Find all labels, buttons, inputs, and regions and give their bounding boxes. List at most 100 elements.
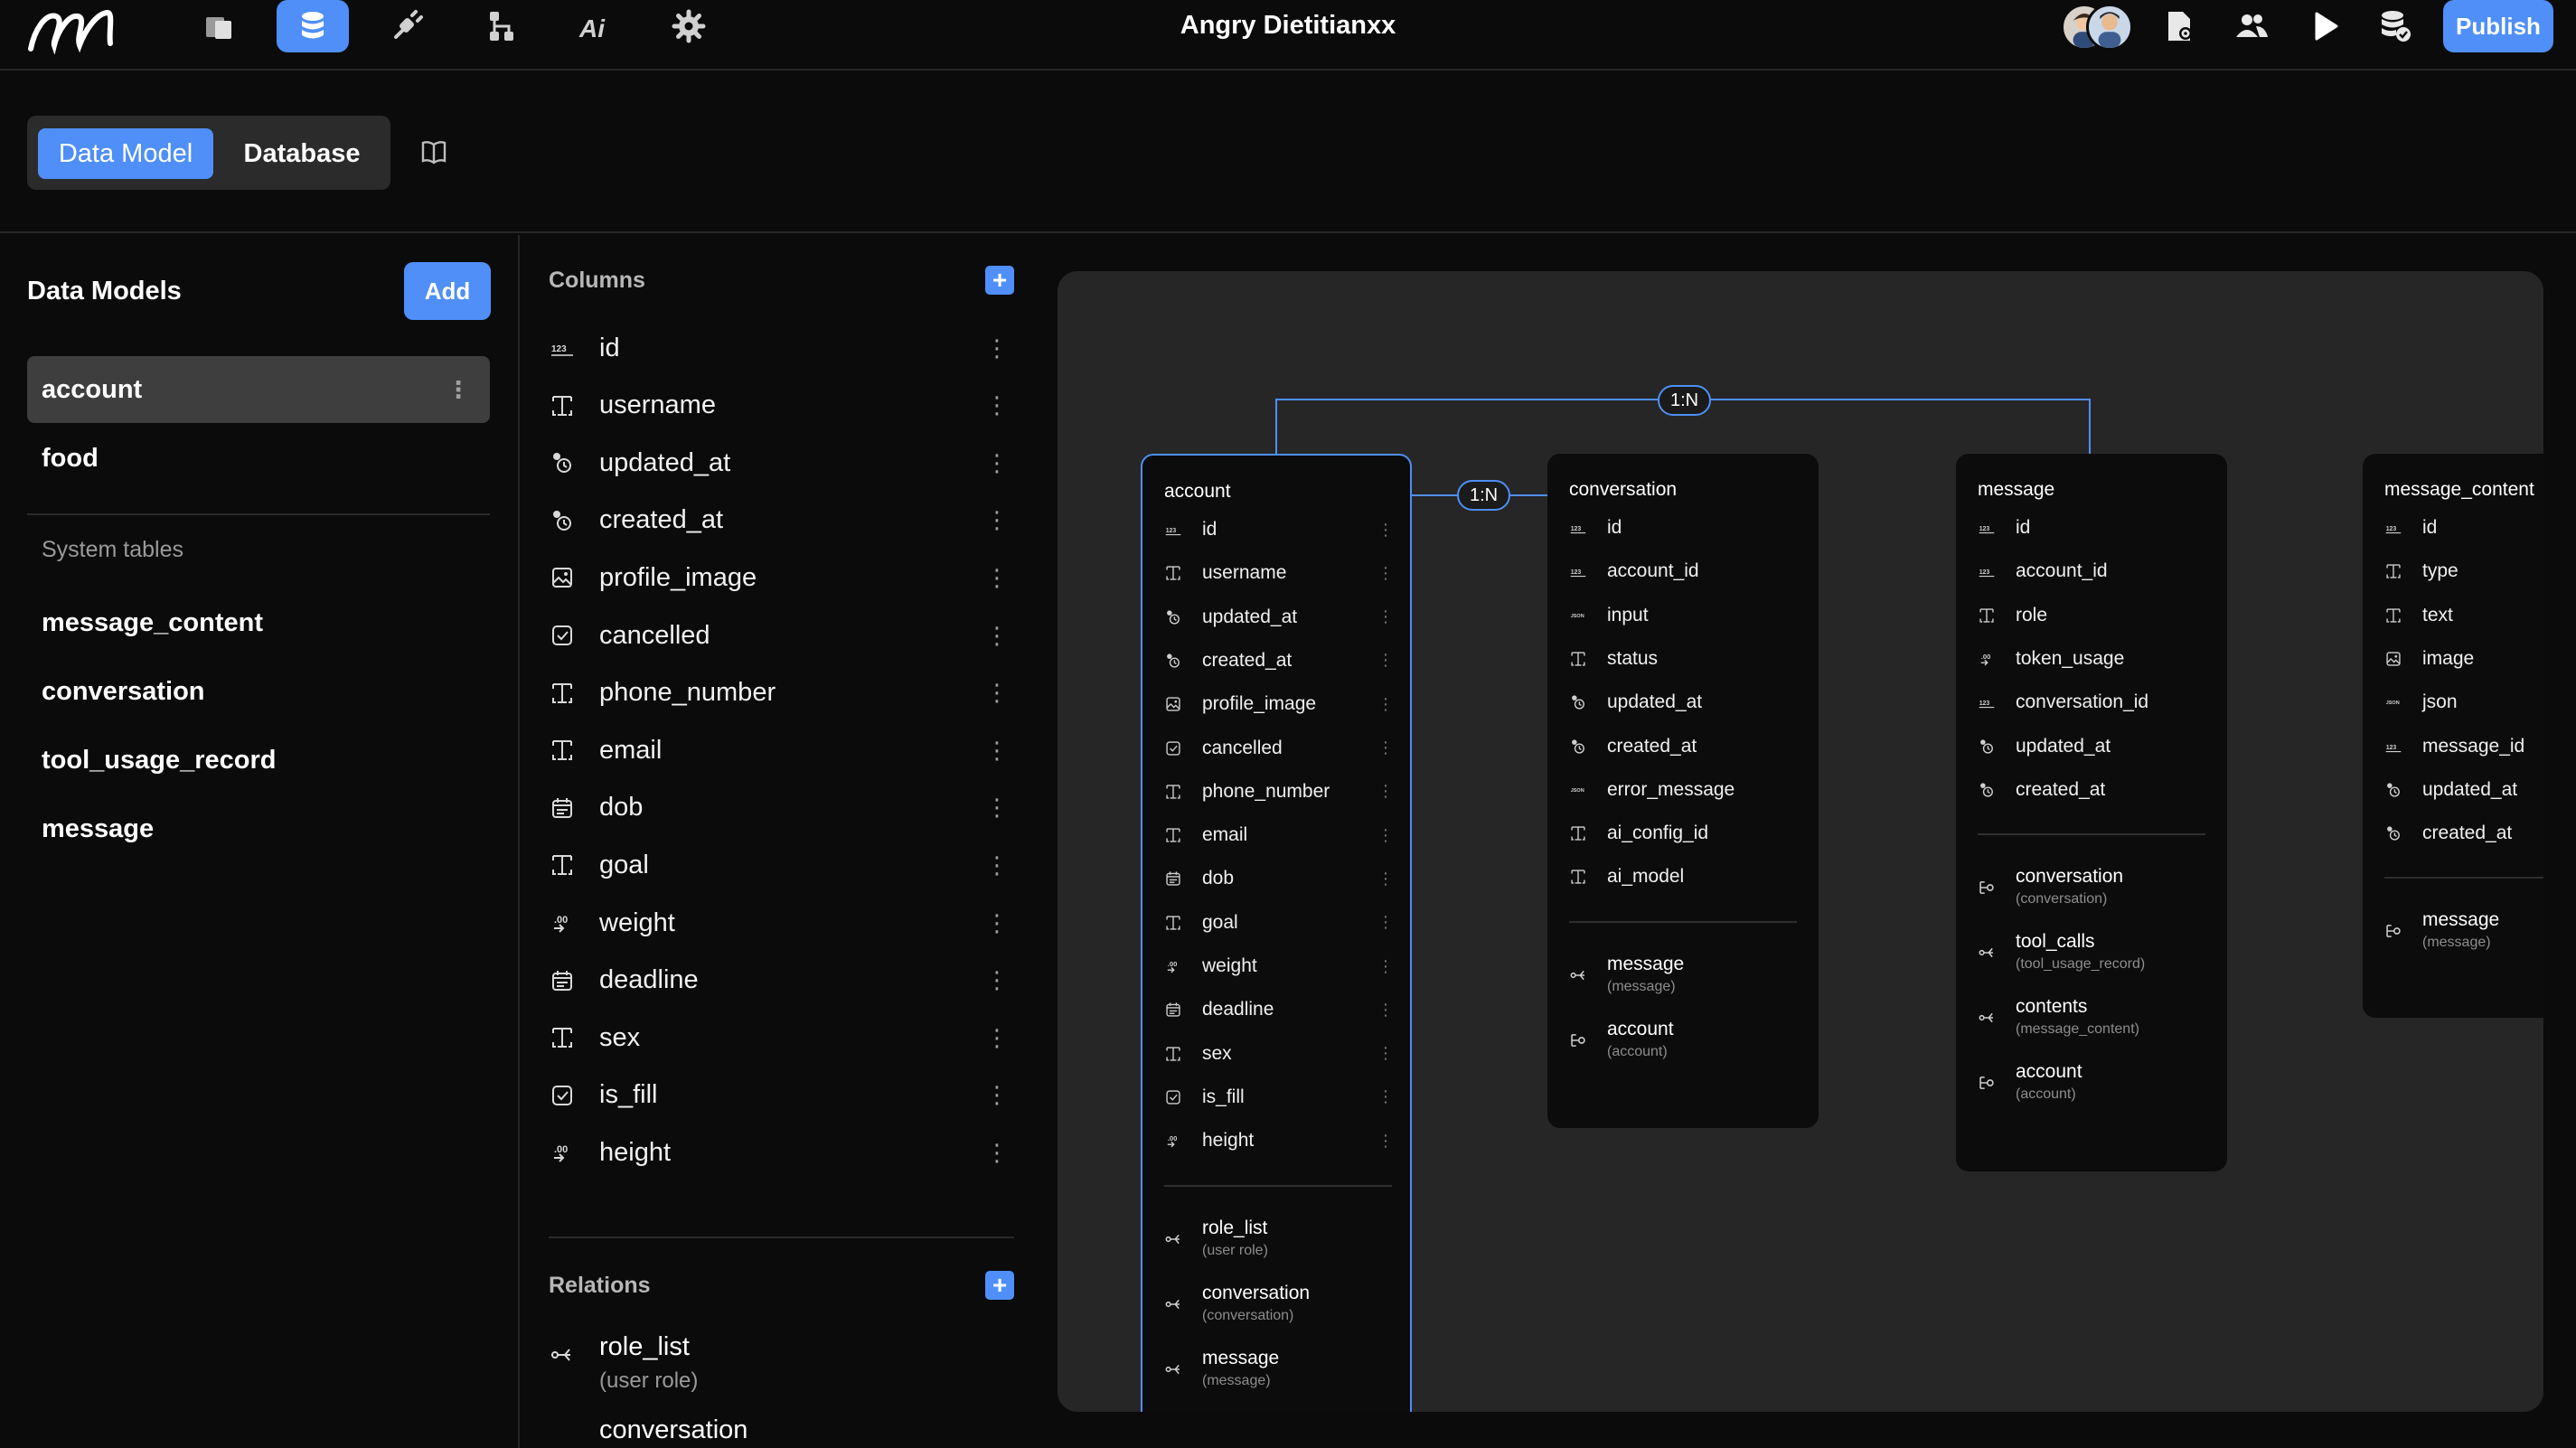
diagram-canvas[interactable]: 1:N 1:N account 123 id ⋮ username ⋮ updated_at… xyxy=(1058,271,2543,1412)
table-relation-row[interactable]: conversation (conversation) xyxy=(1978,866,2213,917)
kebab-menu-icon[interactable]: ⋮ xyxy=(1377,738,1394,757)
column-row-cancelled[interactable]: cancelled ⋮ xyxy=(549,613,1014,658)
kebab-menu-icon[interactable]: ⋮ xyxy=(985,909,1009,937)
database-icon[interactable] xyxy=(277,0,349,52)
column-row-phone-number[interactable]: phone_number ⋮ xyxy=(549,671,1014,716)
column-row-created-at[interactable]: created_at ⋮ xyxy=(549,498,1014,543)
kebab-menu-icon[interactable]: ⋮ xyxy=(1377,913,1394,932)
kebab-menu-icon[interactable]: ⋮ xyxy=(1377,521,1394,540)
table-relation-row[interactable]: account (account) xyxy=(1978,1061,2213,1112)
avatar[interactable] xyxy=(2086,4,2133,51)
table-column-row[interactable]: ai_model xyxy=(1569,859,1800,895)
model-item-account[interactable]: account ⋮ xyxy=(27,356,490,423)
table-column-row[interactable]: is_fill ⋮ xyxy=(1164,1079,1396,1115)
ai-icon[interactable]: Ai xyxy=(559,0,631,52)
table-column-row[interactable]: JSON error_message xyxy=(1569,772,1800,808)
relation-badge[interactable]: 1:N xyxy=(1658,385,1712,416)
kebab-menu-icon[interactable]: ⋮ xyxy=(985,1024,1009,1052)
table-card-message[interactable]: message 123 id 123 account_id role .00 token_us… xyxy=(1956,454,2227,1171)
plug-icon[interactable] xyxy=(371,0,443,52)
table-card-message-content[interactable]: message_content 123 id type text image JSON jso… xyxy=(2363,454,2543,1018)
column-row-is-fill[interactable]: is_fill ⋮ xyxy=(549,1073,1014,1118)
table-card-conversation[interactable]: conversation 123 id 123 account_id JSON input s… xyxy=(1547,454,1819,1128)
table-column-row[interactable]: 123 id xyxy=(2384,510,2543,546)
system-table-tool-usage-record[interactable]: tool_usage_record xyxy=(27,727,490,794)
collaborator-avatars[interactable] xyxy=(2061,4,2135,52)
workflow-icon[interactable] xyxy=(465,0,537,52)
docs-book-icon[interactable] xyxy=(419,137,448,166)
tab-data-model[interactable]: Data Model xyxy=(38,128,213,179)
column-row-goal[interactable]: goal ⋮ xyxy=(549,842,1014,888)
table-column-row[interactable]: .00 height ⋮ xyxy=(1164,1123,1396,1159)
column-row-height[interactable]: .00 height ⋮ xyxy=(549,1130,1014,1175)
table-column-row[interactable]: JSON json xyxy=(2384,684,2543,720)
model-item-food[interactable]: food xyxy=(27,425,490,492)
pages-icon[interactable] xyxy=(183,0,255,52)
table-column-row[interactable]: 123 account_id xyxy=(1978,553,2209,589)
table-relation-row[interactable]: conversation (conversation) xyxy=(1164,1283,1399,1333)
system-table-conversation[interactable]: conversation xyxy=(27,658,490,725)
table-column-row[interactable]: updated_at ⋮ xyxy=(1164,599,1396,635)
table-relation-row[interactable]: message (message) xyxy=(1569,954,1804,1004)
add-relation-button[interactable]: + xyxy=(985,1271,1014,1300)
table-column-row[interactable]: .00 token_usage xyxy=(1978,641,2209,677)
kebab-menu-icon[interactable]: ⋮ xyxy=(985,1139,1009,1167)
column-row-profile-image[interactable]: profile_image ⋮ xyxy=(549,555,1014,600)
publish-button[interactable]: Publish xyxy=(2443,0,2553,52)
kebab-menu-icon[interactable]: ⋮ xyxy=(1377,957,1394,976)
table-column-row[interactable]: updated_at xyxy=(1978,729,2209,765)
table-column-row[interactable]: text xyxy=(2384,597,2543,634)
column-row-dob[interactable]: dob ⋮ xyxy=(549,785,1014,831)
table-column-row[interactable]: updated_at xyxy=(1569,684,1800,720)
table-relation-row[interactable]: role_list (user role) xyxy=(1164,1218,1399,1268)
kebab-menu-icon[interactable]: ⋮ xyxy=(985,966,1009,994)
system-table-message-content[interactable]: message_content xyxy=(27,589,490,656)
table-column-row[interactable]: created_at xyxy=(1978,772,2209,808)
table-relation-row[interactable]: tool_calls (tool_usage_record) xyxy=(1978,931,2213,982)
file-settings-icon[interactable] xyxy=(2155,0,2204,52)
table-relation-row[interactable]: message (message) xyxy=(2384,909,2543,960)
table-column-row[interactable]: updated_at xyxy=(2384,772,2543,808)
kebab-menu-icon[interactable]: ⋮ xyxy=(985,564,1009,592)
table-column-row[interactable]: 123 conversation_id xyxy=(1978,684,2209,720)
table-column-row[interactable]: 123 account_id xyxy=(1569,553,1800,589)
table-column-row[interactable]: created_at xyxy=(2384,815,2543,851)
column-row-updated-at[interactable]: updated_at ⋮ xyxy=(549,440,1014,485)
table-column-row[interactable]: 123 id ⋮ xyxy=(1164,512,1396,548)
table-column-row[interactable]: profile_image ⋮ xyxy=(1164,686,1396,722)
app-logo[interactable] xyxy=(25,4,116,54)
column-row-deadline[interactable]: deadline ⋮ xyxy=(549,958,1014,1003)
kebab-menu-icon[interactable]: ⋮ xyxy=(1377,1001,1394,1020)
relation-badge[interactable]: 1:N xyxy=(1457,480,1511,511)
kebab-menu-icon[interactable]: ⋮ xyxy=(985,737,1009,765)
table-column-row[interactable]: 123 id xyxy=(1569,510,1800,546)
kebab-menu-icon[interactable]: ⋮ xyxy=(985,794,1009,822)
column-row-weight[interactable]: .00 weight ⋮ xyxy=(549,900,1014,945)
kebab-menu-icon[interactable]: ⋮ xyxy=(1377,826,1394,845)
column-row-email[interactable]: email ⋮ xyxy=(549,728,1014,773)
column-row-sex[interactable]: sex ⋮ xyxy=(549,1015,1014,1060)
play-icon[interactable] xyxy=(2299,0,2348,52)
kebab-menu-icon[interactable]: ⋮ xyxy=(985,851,1009,879)
table-column-row[interactable]: image xyxy=(2384,641,2543,677)
kebab-menu-icon[interactable]: ⋮ xyxy=(1377,1044,1394,1063)
column-row-username[interactable]: username ⋮ xyxy=(549,383,1014,428)
table-column-row[interactable]: 123 message_id xyxy=(2384,729,2543,765)
kebab-menu-icon[interactable]: ⋮ xyxy=(985,1081,1009,1109)
kebab-menu-icon[interactable]: ⋮ xyxy=(985,506,1009,534)
add-column-button[interactable]: + xyxy=(985,266,1014,295)
kebab-menu-icon[interactable]: ⋮ xyxy=(1377,782,1394,801)
table-column-row[interactable]: username ⋮ xyxy=(1164,555,1396,591)
table-relation-row[interactable]: account (account) xyxy=(1569,1019,1804,1069)
column-row-id[interactable]: 123 id ⋮ xyxy=(549,325,1014,371)
kebab-menu-icon[interactable]: ⋮ xyxy=(1377,1132,1394,1151)
kebab-menu-icon[interactable]: ⋮ xyxy=(985,622,1009,650)
kebab-menu-icon[interactable]: ⋮ xyxy=(1377,870,1394,889)
table-column-row[interactable]: goal ⋮ xyxy=(1164,905,1396,941)
table-column-row[interactable]: created_at xyxy=(1569,729,1800,765)
system-table-message[interactable]: message xyxy=(27,795,490,862)
table-column-row[interactable]: .00 weight ⋮ xyxy=(1164,948,1396,984)
table-column-row[interactable]: type xyxy=(2384,553,2543,589)
kebab-menu-icon[interactable]: ⋮ xyxy=(985,391,1009,419)
kebab-menu-icon[interactable]: ⋮ xyxy=(1377,695,1394,714)
